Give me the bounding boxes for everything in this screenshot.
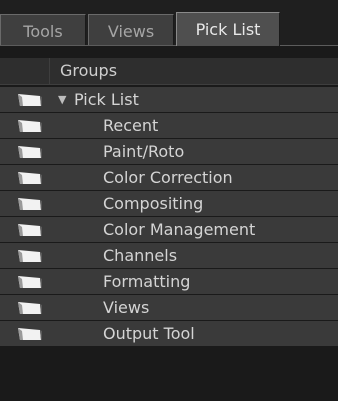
tree-row-label: Compositing — [103, 194, 204, 213]
groups-header-label: Groups — [60, 61, 118, 80]
folder-icon — [18, 94, 42, 106]
tree-row-label: Color Management — [103, 220, 256, 239]
tree-row-channels[interactable]: Channels — [0, 243, 338, 268]
tree-row-paint-roto[interactable]: Paint/Roto — [0, 139, 338, 164]
groups-column-header[interactable]: Groups — [0, 58, 338, 85]
folder-icon — [18, 250, 42, 262]
tree-row-color-management[interactable]: Color Management — [0, 217, 338, 242]
tree-row-label: Formatting — [103, 272, 191, 291]
tree-row-compositing[interactable]: Compositing — [0, 191, 338, 216]
expand-arrow-icon[interactable]: ▼ — [58, 87, 66, 112]
tree-row-label: Pick List — [74, 90, 139, 109]
folder-icon — [18, 302, 42, 314]
tree-row-label: Views — [103, 298, 150, 317]
tree-row-label: Paint/Roto — [103, 142, 185, 161]
folder-icon — [18, 172, 42, 184]
tree-row-label: Color Correction — [103, 168, 233, 187]
folder-icon — [18, 120, 42, 132]
groups-tree: ▼ Pick List Recent Paint/Roto Color Corr… — [0, 87, 338, 347]
tab-pick-list[interactable]: Pick List — [176, 12, 280, 46]
folder-icon — [18, 328, 42, 340]
icon-column-header[interactable] — [0, 58, 50, 84]
folder-icon — [18, 224, 42, 236]
folder-icon — [18, 276, 42, 288]
tree-row-output-tool[interactable]: Output Tool — [0, 321, 338, 346]
tab-tools[interactable]: Tools — [0, 14, 86, 46]
tab-bar: Tools Views Pick List — [0, 0, 338, 46]
tree-row-pick-list[interactable]: ▼ Pick List — [0, 87, 338, 112]
folder-icon — [18, 146, 42, 158]
tab-views[interactable]: Views — [88, 14, 174, 46]
tree-row-label: Recent — [103, 116, 159, 135]
tree-row-formatting[interactable]: Formatting — [0, 269, 338, 294]
folder-icon — [18, 198, 42, 210]
tree-row-label: Output Tool — [103, 324, 195, 343]
pick-list-panel: Groups ▼ Pick List Recent Paint/Roto Col… — [0, 46, 338, 401]
tree-row-recent[interactable]: Recent — [0, 113, 338, 138]
tree-row-label: Channels — [103, 246, 178, 265]
tree-row-color-correction[interactable]: Color Correction — [0, 165, 338, 190]
tree-row-views[interactable]: Views — [0, 295, 338, 320]
